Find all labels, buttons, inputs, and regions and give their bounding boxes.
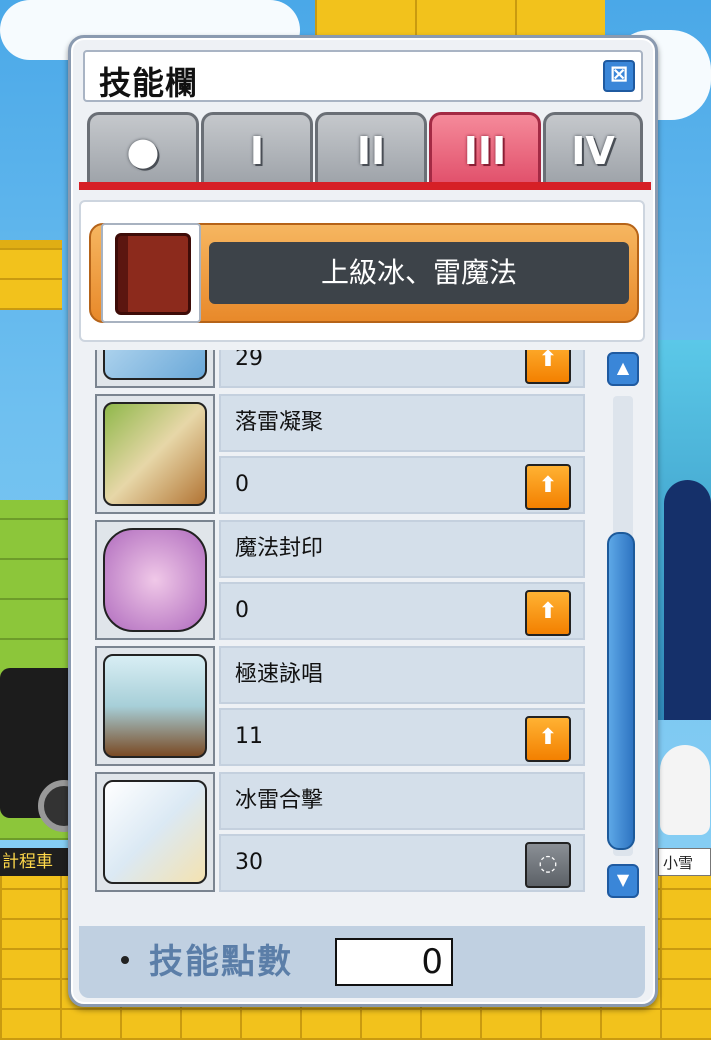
window-title: 技能欄 bbox=[99, 64, 199, 102]
skill-level-cell: 29 ⬆ bbox=[219, 350, 585, 388]
skill-level-cell: 11 ⬆ bbox=[219, 708, 585, 766]
title-bar[interactable]: 技能欄 ⊠ bbox=[83, 50, 643, 102]
tab-label: II bbox=[356, 129, 386, 173]
skill-level: 0 bbox=[235, 472, 249, 497]
skill-level: 29 bbox=[235, 350, 263, 371]
tab-beginner[interactable]: ● bbox=[87, 112, 199, 184]
skill-icon-frame bbox=[95, 646, 215, 766]
job-title: 上級冰、雷魔法 bbox=[320, 256, 517, 289]
bullet-icon bbox=[121, 956, 129, 964]
yeti-npc[interactable] bbox=[660, 745, 710, 835]
skill-name-cell: 落雷凝聚 bbox=[219, 394, 585, 452]
skill-points-value: 0 bbox=[335, 938, 453, 986]
tab-label: I bbox=[249, 129, 265, 173]
skill-points-footer: 技能點數 0 bbox=[79, 926, 645, 998]
tower-door bbox=[664, 480, 711, 720]
skill-upgrade-button[interactable]: ⬆ bbox=[525, 716, 571, 762]
tab-job-3[interactable]: III bbox=[429, 112, 541, 184]
scroll-up-icon[interactable]: ▲ bbox=[607, 352, 639, 386]
skill-list-scrollbar[interactable]: ▲ ▼ bbox=[607, 352, 643, 900]
skill-name: 冰雷合擊 bbox=[235, 788, 324, 813]
skill-name: 落雷凝聚 bbox=[235, 410, 324, 435]
tab-bar: ● I II III IV bbox=[87, 112, 647, 184]
scroll-down-icon[interactable]: ▼ bbox=[607, 864, 639, 898]
skill-icon-frame bbox=[95, 520, 215, 640]
job-header-label-box: 上級冰、雷魔法 bbox=[209, 242, 629, 304]
skill-level: 11 bbox=[235, 724, 263, 749]
spellbook-icon bbox=[101, 223, 201, 323]
tab-job-2[interactable]: II bbox=[315, 112, 427, 184]
tab-job-1[interactable]: I bbox=[201, 112, 313, 184]
skill-row[interactable]: 魔法封印 0 ⬆ bbox=[95, 520, 585, 642]
skill-upgrade-button[interactable]: ⬆ bbox=[525, 590, 571, 636]
skill-points-label: 技能點數 bbox=[149, 942, 293, 982]
tab-job-4[interactable]: IV bbox=[543, 112, 643, 184]
brick-platform-left bbox=[0, 240, 62, 310]
skill-icon-frame bbox=[95, 772, 215, 892]
scroll-thumb[interactable] bbox=[607, 532, 635, 850]
skill-name: 極速詠唱 bbox=[235, 662, 324, 687]
skill-window: 技能欄 ⊠ ● I II III IV 上級冰、雷魔法 29 ⬆ 落雷凝聚 0 … bbox=[68, 35, 658, 1007]
npc-nametag-yeti: 小雪 bbox=[658, 848, 711, 876]
skill-level: 30 bbox=[235, 850, 263, 875]
skill-upgrade-button[interactable]: ⬆ bbox=[525, 350, 571, 384]
skill-name-cell: 冰雷合擊 bbox=[219, 772, 585, 830]
skill-row[interactable]: 落雷凝聚 0 ⬆ bbox=[95, 394, 585, 516]
skill-level-cell: 30 ◌ bbox=[219, 834, 585, 892]
skill-upgrade-button-disabled: ◌ bbox=[525, 842, 571, 888]
ice-thunder-combo-icon bbox=[103, 780, 207, 884]
magic-seal-icon bbox=[103, 528, 207, 632]
skill-row[interactable]: 極速詠唱 11 ⬆ bbox=[95, 646, 585, 768]
skill-icon-frame bbox=[95, 394, 215, 514]
book-cover bbox=[115, 233, 191, 315]
close-icon[interactable]: ⊠ bbox=[603, 60, 635, 92]
tab-label: III bbox=[463, 129, 507, 173]
skill-name-cell: 極速詠唱 bbox=[219, 646, 585, 704]
skill-level-cell: 0 ⬆ bbox=[219, 456, 585, 514]
job-header: 上級冰、雷魔法 bbox=[89, 223, 639, 323]
ice-skill-icon bbox=[103, 350, 207, 380]
skill-upgrade-button[interactable]: ⬆ bbox=[525, 464, 571, 510]
skill-level: 0 bbox=[235, 598, 249, 623]
tab-underline bbox=[79, 182, 651, 190]
tab-label: IV bbox=[571, 129, 615, 173]
skill-icon-frame bbox=[95, 350, 215, 388]
skill-row[interactable]: 29 ⬆ bbox=[95, 350, 585, 390]
skill-level-cell: 0 ⬆ bbox=[219, 582, 585, 640]
tab-label: ● bbox=[126, 129, 160, 173]
skill-list[interactable]: 29 ⬆ 落雷凝聚 0 ⬆ 魔法封印 0 ⬆ 極速詠唱 11 ⬆ 冰雷合擊 30… bbox=[95, 350, 603, 900]
skill-row[interactable]: 冰雷合擊 30 ◌ bbox=[95, 772, 585, 894]
skill-name: 魔法封印 bbox=[235, 536, 324, 561]
thunder-concentration-icon bbox=[103, 402, 207, 506]
skill-name-cell: 魔法封印 bbox=[219, 520, 585, 578]
speed-chant-icon bbox=[103, 654, 207, 758]
npc-nametag-taxi: 計程車 bbox=[0, 848, 68, 876]
